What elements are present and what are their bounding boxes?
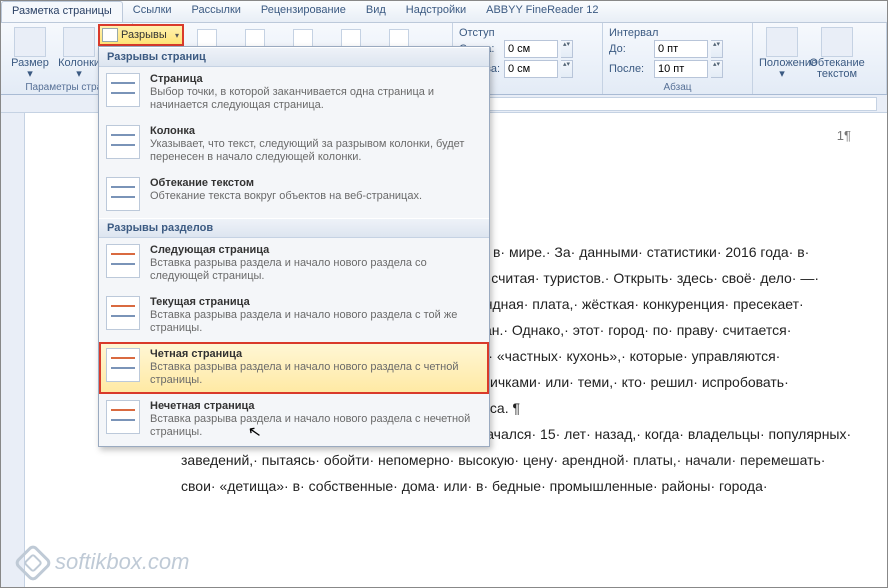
menu-header-page-breaks: Разрывы страниц [99, 47, 489, 67]
even-page-icon [106, 348, 140, 382]
next-page-icon [106, 244, 140, 278]
breaks-menu: Разрывы страниц СтраницаВыбор точки, в к… [98, 46, 490, 447]
vertical-ruler[interactable] [1, 113, 25, 587]
spinner-icon[interactable]: ▴▾ [711, 40, 723, 58]
column-break-icon [106, 125, 140, 159]
spacing-label: Интервал [609, 25, 746, 40]
tab-abbyy[interactable]: ABBYY FineReader 12 [476, 1, 608, 22]
tab-view[interactable]: Вид [356, 1, 396, 22]
size-button[interactable]: Размер▾ [7, 25, 53, 80]
paragraph-label: Абзац [603, 82, 752, 93]
menu-item-even-page[interactable]: Четная страницаВставка разрыва раздела и… [99, 342, 489, 394]
page-size-icon [14, 27, 46, 57]
tab-mailings[interactable]: Рассылки [182, 1, 251, 22]
menu-item-odd-page[interactable]: Нечетная страницаВставка разрыва раздела… [99, 394, 489, 446]
indent-right-input[interactable] [504, 60, 558, 78]
watermark-icon [13, 543, 53, 583]
menu-item-column[interactable]: КолонкаУказывает, что текст, следующий з… [99, 119, 489, 171]
menu-item-page[interactable]: СтраницаВыбор точки, в которой заканчива… [99, 67, 489, 119]
columns-icon [63, 27, 95, 57]
spinner-icon[interactable]: ▴▾ [561, 60, 573, 78]
page-break-icon [106, 73, 140, 107]
odd-page-icon [106, 400, 140, 434]
columns-button[interactable]: Колонки▾ [56, 25, 102, 80]
wrap-text-button[interactable]: Обтекание текстом [808, 25, 866, 80]
chevron-down-icon: ▾ [175, 31, 179, 40]
spinner-icon[interactable]: ▴▾ [711, 60, 723, 78]
breaks-icon [102, 28, 118, 42]
tab-page-layout[interactable]: Разметка страницы [1, 1, 123, 22]
tab-addins[interactable]: Надстройки [396, 1, 476, 22]
ribbon-tabs: Разметка страницы Ссылки Рассылки Реценз… [1, 1, 887, 23]
watermark: softikbox.com [19, 549, 190, 577]
spinner-icon[interactable]: ▴▾ [561, 40, 573, 58]
spacing-after-input[interactable] [654, 60, 708, 78]
text-wrap-icon [106, 177, 140, 211]
indent-left-input[interactable] [504, 40, 558, 58]
position-icon [766, 27, 798, 57]
indent-label: Отступ [459, 25, 596, 40]
tab-review[interactable]: Рецензирование [251, 1, 356, 22]
menu-header-section-breaks: Разрывы разделов [99, 218, 489, 238]
spacing-before-input[interactable] [654, 40, 708, 58]
breaks-button[interactable]: Разрывы ▾ [98, 24, 184, 46]
menu-item-next-page[interactable]: Следующая страницаВставка разрыва раздел… [99, 238, 489, 290]
menu-item-text-wrap[interactable]: Обтекание текстомОбтекание текста вокруг… [99, 171, 489, 218]
position-button[interactable]: Положение▾ [759, 25, 805, 80]
continuous-icon [106, 296, 140, 330]
menu-item-continuous[interactable]: Текущая страницаВставка разрыва раздела … [99, 290, 489, 342]
wrap-text-icon [821, 27, 853, 57]
tab-links[interactable]: Ссылки [123, 1, 182, 22]
